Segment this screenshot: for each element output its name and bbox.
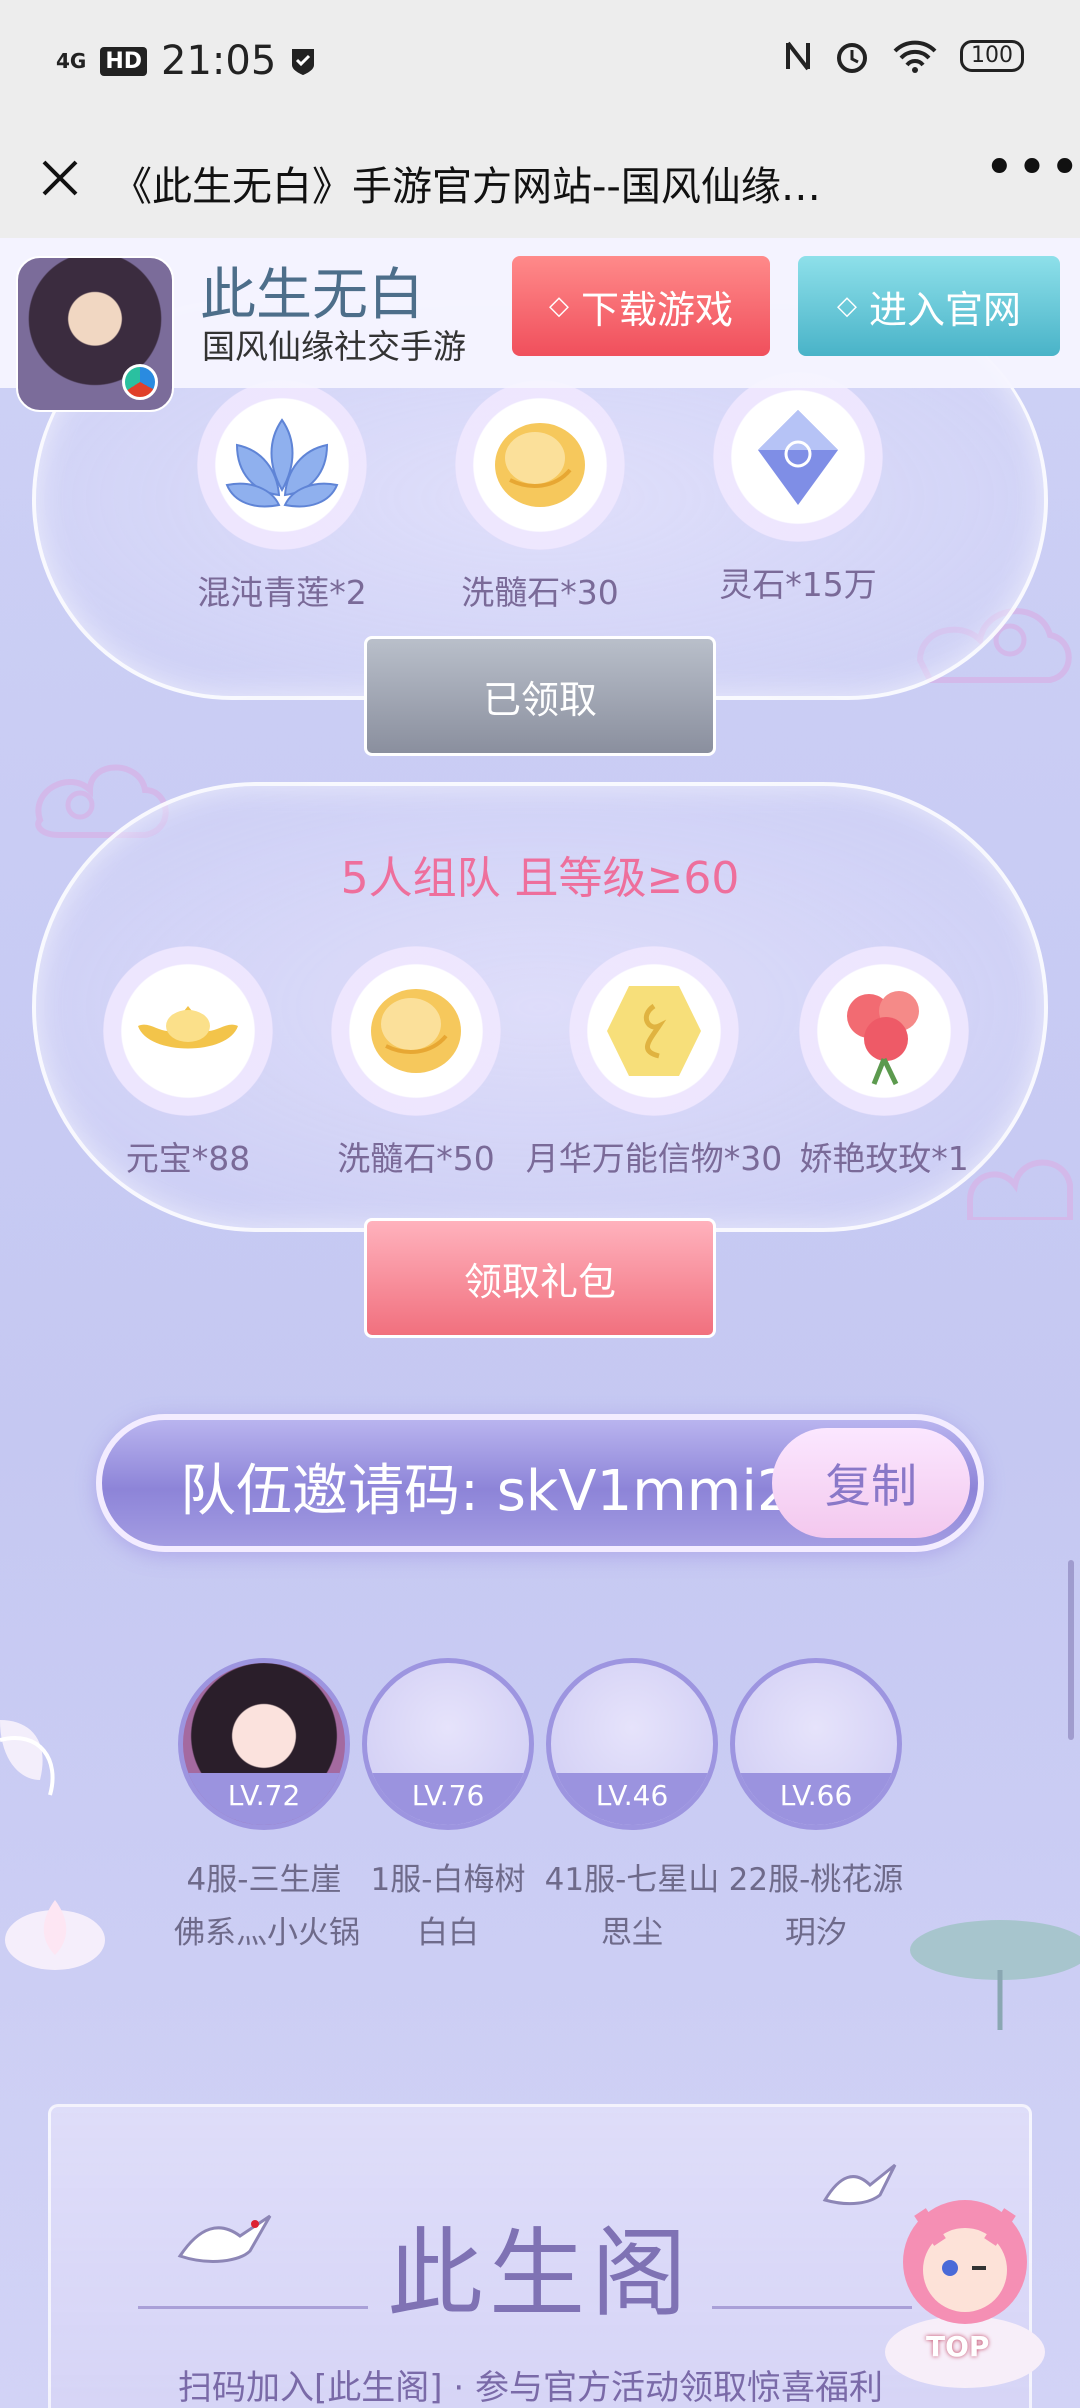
top-label: TOP bbox=[926, 2330, 990, 2363]
invite-code-text: 队伍邀请码: skV1mmi2 bbox=[180, 1446, 793, 1527]
claimed-button[interactable]: 已领取 bbox=[364, 636, 716, 756]
lotus-leaf-decoration bbox=[910, 1920, 1080, 2030]
reward-label: 洗髓石*50 bbox=[337, 1139, 495, 1178]
reward-label: 洗髓石*30 bbox=[461, 573, 619, 612]
lotus-icon bbox=[225, 418, 339, 508]
reward-orb bbox=[569, 946, 739, 1116]
alarm-icon bbox=[837, 43, 867, 73]
official-site-button[interactable]: ◇ 进入官网 bbox=[798, 256, 1060, 356]
wifi-icon bbox=[893, 40, 937, 73]
avatar: LV.72 bbox=[178, 1658, 350, 1830]
invite-code-label: 队伍邀请码: bbox=[180, 1459, 479, 1524]
download-game-label: 下载游戏 bbox=[580, 287, 733, 332]
member-server: 1服-白梅树 bbox=[370, 1862, 526, 1898]
diamond-icon: ◇ bbox=[836, 291, 857, 321]
avatar: LV.66 bbox=[730, 1658, 902, 1830]
crystal-icon bbox=[758, 410, 838, 505]
back-to-top-button[interactable]: TOP bbox=[880, 2152, 1050, 2392]
team-member[interactable]: LV.72 4服-三生崖 佛系灬小火锅 bbox=[174, 1658, 360, 1952]
copy-code-button[interactable]: 复制 bbox=[772, 1428, 970, 1538]
gold-stone-icon bbox=[371, 989, 461, 1073]
lotus-decoration bbox=[5, 1900, 105, 1970]
clock: 21:05 bbox=[161, 38, 277, 84]
reward-label: 灵石*15万 bbox=[719, 565, 877, 604]
reward-item: 混沌青莲*2 bbox=[172, 380, 392, 614]
hd-badge: HD bbox=[100, 46, 148, 76]
member-server: 22服-桃花源 bbox=[728, 1862, 904, 1898]
member-name: 白白 bbox=[417, 1915, 479, 1951]
app-download-banner: 此生无白 国风仙缘社交手游 ◇ 下载游戏 ◇ 进入官网 bbox=[0, 238, 1080, 412]
browser-title-bar: 《此生无白》手游官方网站--国风仙缘… ••• bbox=[0, 120, 1080, 238]
reward-label: 混沌青莲*2 bbox=[197, 573, 367, 612]
member-level: LV.46 bbox=[551, 1773, 713, 1825]
team-member[interactable]: LV.66 22服-桃花源 玥汐 bbox=[726, 1658, 906, 1952]
reward-item: 灵石*15万 bbox=[688, 372, 908, 606]
member-server: 4服-三生崖 bbox=[186, 1862, 342, 1898]
reward-orb bbox=[799, 946, 969, 1116]
panel-requirement-title: 5人组队 且等级≥60 bbox=[340, 853, 740, 904]
member-level: LV.76 bbox=[367, 1773, 529, 1825]
nfc-icon bbox=[786, 41, 810, 71]
reward-orb bbox=[197, 380, 367, 550]
member-name: 佛系灬小火锅 bbox=[174, 1915, 360, 1951]
publisher-logo-icon bbox=[122, 364, 158, 400]
reward-label: 月华万能信物*30 bbox=[525, 1139, 783, 1178]
scrollbar[interactable] bbox=[1068, 1560, 1074, 1740]
reward-orb bbox=[713, 372, 883, 542]
community-description: 扫码加入[此生阁] · 参与官方活动领取惊喜福利 bbox=[178, 2368, 883, 2408]
app-icon[interactable] bbox=[16, 256, 174, 412]
avatar: LV.46 bbox=[546, 1658, 718, 1830]
gold-stone-icon bbox=[495, 423, 585, 507]
reward-item: 洗髓石*50 bbox=[306, 946, 526, 1180]
close-icon[interactable] bbox=[28, 146, 92, 210]
reward-item: 月华万能信物*30 bbox=[524, 946, 784, 1180]
app-name: 此生无白 bbox=[200, 263, 424, 328]
app-subtitle: 国风仙缘社交手游 bbox=[202, 327, 466, 366]
token-icon bbox=[607, 986, 701, 1076]
member-name: 思尘 bbox=[601, 1915, 663, 1951]
member-level: LV.72 bbox=[183, 1773, 345, 1825]
shield-check-icon bbox=[292, 49, 315, 75]
status-bar: 4G HD 21:05 100 bbox=[0, 0, 1080, 120]
signal-icon: 4G bbox=[56, 49, 87, 73]
member-name: 玥汐 bbox=[785, 1915, 847, 1951]
reward-item: 洗髓石*30 bbox=[430, 380, 650, 614]
official-site-label: 进入官网 bbox=[868, 287, 1021, 332]
avatar: LV.76 bbox=[362, 1658, 534, 1830]
claim-gift-button[interactable]: 领取礼包 bbox=[364, 1218, 716, 1338]
reward-orb bbox=[331, 946, 501, 1116]
diamond-icon: ◇ bbox=[548, 291, 569, 321]
more-menu-icon[interactable]: ••• bbox=[984, 142, 1080, 208]
rose-icon bbox=[847, 991, 919, 1086]
member-server: 41服-七星山 bbox=[544, 1862, 720, 1898]
reward-orb bbox=[103, 946, 273, 1116]
team-member[interactable]: LV.46 41服-七星山 思尘 bbox=[542, 1658, 722, 1952]
reward-label: 娇艳玫玫*1 bbox=[799, 1139, 969, 1178]
gold-ingot-icon bbox=[138, 1006, 238, 1049]
page-title: 《此生无白》手游官方网站--国风仙缘… bbox=[112, 164, 821, 210]
battery-icon: 100 bbox=[960, 40, 1024, 72]
team-member[interactable]: LV.76 1服-白梅树 白白 bbox=[358, 1658, 538, 1952]
reward-orb bbox=[455, 380, 625, 550]
member-level: LV.66 bbox=[735, 1773, 897, 1825]
invite-code-value: skV1mmi2 bbox=[496, 1459, 793, 1524]
download-game-button[interactable]: ◇ 下载游戏 bbox=[512, 256, 770, 356]
reward-label: 元宝*88 bbox=[125, 1139, 251, 1178]
reward-item: 娇艳玫玫*1 bbox=[774, 946, 994, 1180]
lotus-decoration bbox=[0, 1720, 55, 1796]
reward-item: 元宝*88 bbox=[78, 946, 298, 1180]
